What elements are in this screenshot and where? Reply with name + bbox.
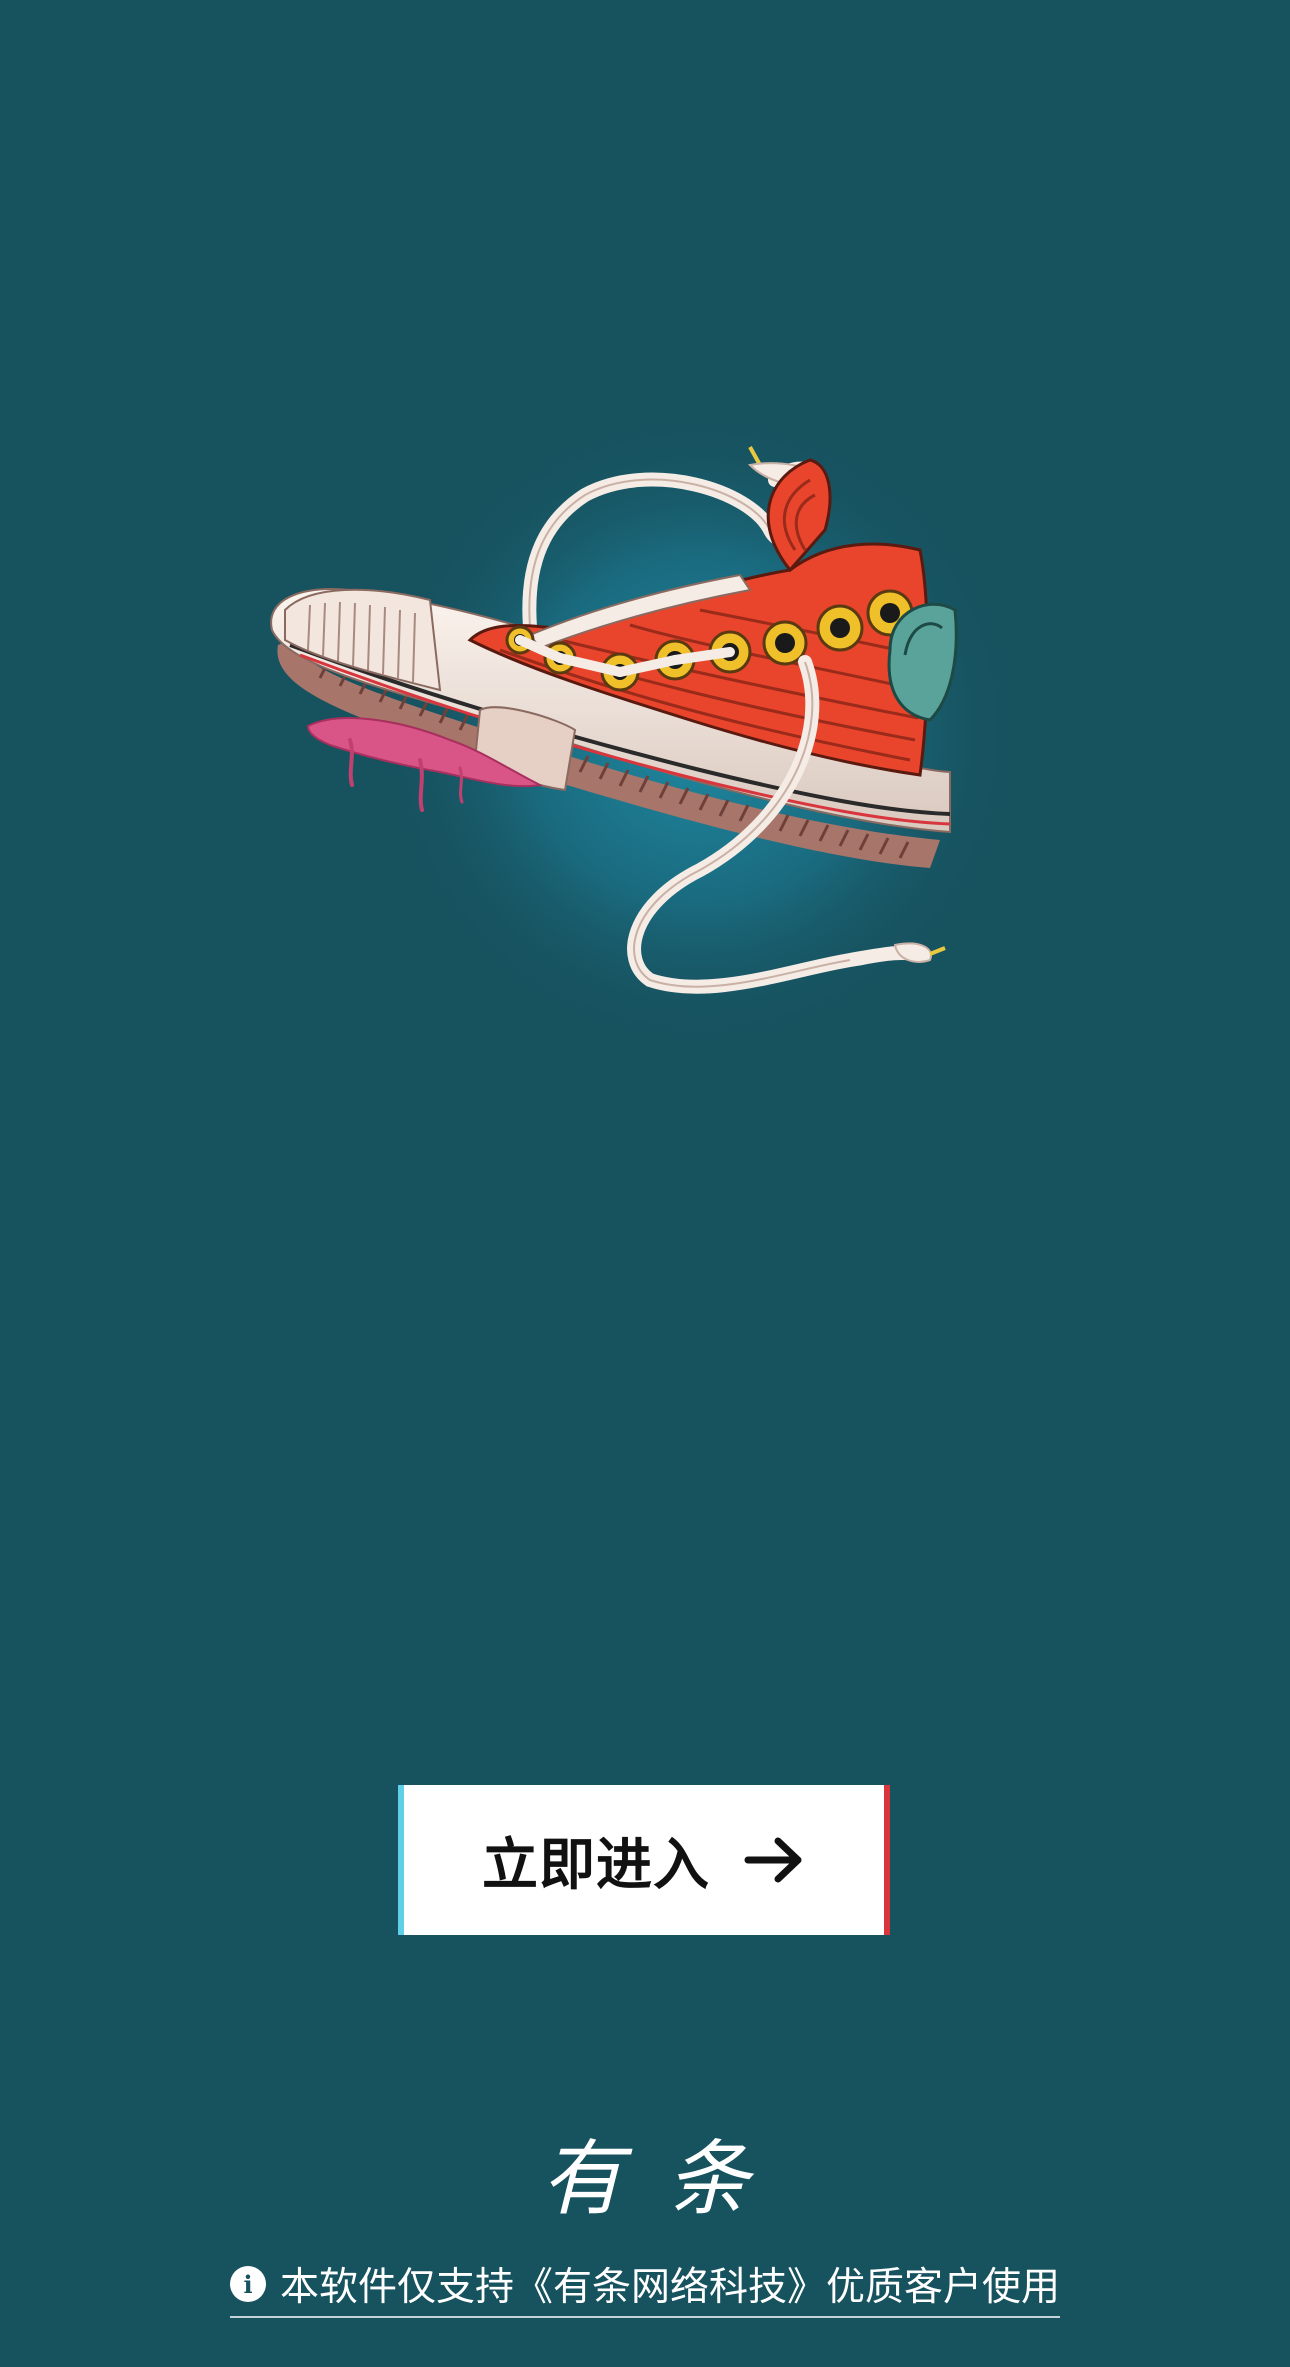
- usage-notice: i 本软件仅支持《有条网络科技》优质客户使用: [230, 2258, 1060, 2318]
- brand-name: 有条: [541, 2132, 793, 2227]
- sneaker-illustration: [230, 400, 1050, 1120]
- button-edge-left: [398, 1785, 404, 1935]
- enter-now-label: 立即进入: [482, 1832, 710, 1898]
- splash-screen: 立即进入 有条 i 本软件仅支持《有条网络科技》优质客户使用: [0, 0, 1290, 2367]
- enter-now-button[interactable]: 立即进入: [398, 1785, 890, 1935]
- info-icon: i: [230, 2266, 266, 2302]
- notice-text: 本软件仅支持《有条网络科技》优质客户使用: [280, 2265, 1061, 2310]
- button-edge-right: [884, 1785, 890, 1935]
- arrow-right-icon: [744, 1837, 802, 1883]
